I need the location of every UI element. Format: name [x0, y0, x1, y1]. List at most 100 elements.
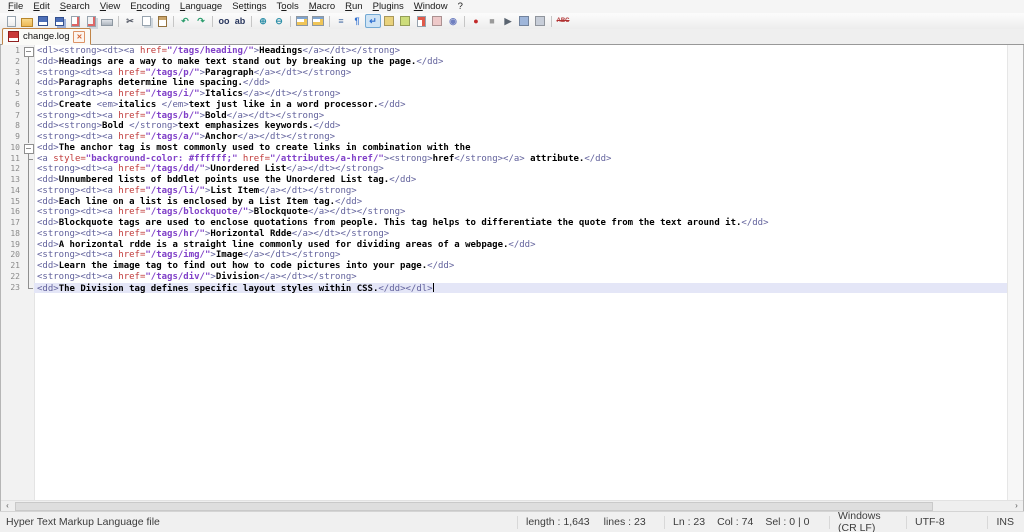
code-line[interactable]: 22<strong><dt><a href="/tags/div/">Divis…: [1, 272, 1008, 283]
cut-icon[interactable]: ✂: [122, 14, 138, 28]
status-eol-format[interactable]: Windows (CR LF): [830, 510, 906, 532]
status-insert-mode[interactable]: INS: [988, 516, 1024, 528]
code-line[interactable]: 10<dd>The anchor tag is most commonly us…: [1, 143, 1008, 154]
code-text: <strong><dt><a href="/tags/div/">Divisio…: [34, 272, 1008, 283]
macro-record-icon[interactable]: ●: [468, 14, 484, 28]
save-file-icon[interactable]: [35, 14, 51, 28]
menu-plugins[interactable]: Plugins: [368, 1, 409, 12]
menu-run[interactable]: Run: [340, 1, 367, 12]
save-all-icon[interactable]: [51, 14, 67, 28]
folder-as-workspace-icon[interactable]: [429, 14, 445, 28]
close-file-icon[interactable]: [67, 14, 83, 28]
function-list-icon[interactable]: [413, 14, 429, 28]
code-line[interactable]: 5<strong><dt><a href="/tags/i/">Italics<…: [1, 89, 1008, 100]
open-file-icon[interactable]: [19, 14, 35, 28]
line-number: 4: [1, 78, 23, 89]
line-number: 14: [1, 186, 23, 197]
macro-run-multiple-icon[interactable]: [532, 14, 548, 28]
copy-icon[interactable]: [138, 14, 154, 28]
tab-change-log[interactable]: change.log ✕: [2, 28, 91, 45]
macro-save-icon[interactable]: [516, 14, 532, 28]
paste-icon[interactable]: [154, 14, 170, 28]
status-eol-label: Windows (CR LF): [838, 510, 898, 532]
code-line[interactable]: 17<dd>Blockquote tags are used to enclos…: [1, 218, 1008, 229]
code-line[interactable]: 15<dd>Each line on a list is enclosed by…: [1, 197, 1008, 208]
code-text: <strong><dt><a href="/tags/hr/">Horizont…: [34, 229, 1008, 240]
menu-encoding[interactable]: Encoding: [125, 1, 175, 12]
code-line[interactable]: 14<strong><dt><a href="/tags/li/">List I…: [1, 186, 1008, 197]
tab-close-icon[interactable]: ✕: [73, 31, 85, 43]
menu-settings[interactable]: Settings: [227, 1, 271, 12]
code-line[interactable]: 9<strong><dt><a href="/tags/a/">Anchor</…: [1, 132, 1008, 143]
fold-collapse-icon[interactable]: [23, 46, 34, 57]
menu-tools[interactable]: Tools: [272, 1, 304, 12]
user-defined-language-icon[interactable]: [381, 14, 397, 28]
horizontal-scroll-thumb[interactable]: [15, 502, 933, 511]
code-line[interactable]: 1<dl><strong><dt><a href="/tags/heading/…: [1, 46, 1008, 57]
code-line[interactable]: 20<strong><dt><a href="/tags/img/">Image…: [1, 250, 1008, 261]
code-line[interactable]: 12<strong><dt><a href="/tags/dd/">Unorde…: [1, 164, 1008, 175]
document-map-icon[interactable]: [397, 14, 413, 28]
editor-area[interactable]: 1<dl><strong><dt><a href="/tags/heading/…: [1, 45, 1008, 500]
redo-icon[interactable]: ↷: [193, 14, 209, 28]
replace-icon[interactable]: ab: [232, 14, 248, 28]
line-number: 10: [1, 143, 23, 154]
spell-check-icon[interactable]: ABC: [555, 14, 571, 28]
macro-stop-icon[interactable]: ■: [484, 14, 500, 28]
line-number: 9: [1, 132, 23, 143]
macro-play-icon[interactable]: ▶: [500, 14, 516, 28]
code-line[interactable]: 21<dd>Learn the image tag to find out ho…: [1, 261, 1008, 272]
code-line[interactable]: 16<strong><dt><a href="/tags/blockquote/…: [1, 207, 1008, 218]
zoom-in-icon[interactable]: ⊕: [255, 14, 271, 28]
new-file-icon[interactable]: [3, 14, 19, 28]
code-line[interactable]: 2<dd>Headings are a way to make text sta…: [1, 57, 1008, 68]
show-all-characters-icon[interactable]: ≡: [333, 14, 349, 28]
menu-edit[interactable]: Edit: [28, 1, 54, 12]
scroll-left-arrow-icon[interactable]: ‹: [1, 501, 14, 511]
word-wrap-icon[interactable]: ↵: [365, 14, 381, 28]
undo-icon[interactable]: ↶: [177, 14, 193, 28]
code-line[interactable]: 18<strong><dt><a href="/tags/hr/">Horizo…: [1, 229, 1008, 240]
monitoring-icon[interactable]: ◉: [445, 14, 461, 28]
status-line-number: Ln : 23: [673, 516, 705, 528]
menu-macro[interactable]: Macro: [304, 1, 340, 12]
code-line[interactable]: 11<a style="background-color: #ffffff;" …: [1, 154, 1008, 165]
sync-vertical-scroll-icon[interactable]: [294, 14, 310, 28]
fold-marker: [23, 57, 34, 68]
code-line[interactable]: 19<dd>A horizontal rdde is a straight li…: [1, 240, 1008, 251]
code-line[interactable]: 23<dd>The Division tag defines specific …: [1, 283, 1008, 294]
tab-title: change.log: [23, 31, 69, 42]
code-line[interactable]: 6<dd>Create <em>italics </em>text just l…: [1, 100, 1008, 111]
code-line[interactable]: 13<dd>Unnumbered lists of bddlet points …: [1, 175, 1008, 186]
menu-view[interactable]: View: [95, 1, 125, 12]
code-line[interactable]: 4<dd>Paragraphs determine line spacing.<…: [1, 78, 1008, 89]
menu-file[interactable]: File: [3, 1, 28, 12]
find-icon[interactable]: oo: [216, 14, 232, 28]
show-indent-guide-icon[interactable]: ¶: [349, 14, 365, 28]
scroll-right-arrow-icon[interactable]: ›: [1010, 501, 1023, 511]
fold-marker: [23, 132, 34, 143]
close-all-icon[interactable]: [83, 14, 99, 28]
menu-help[interactable]: ?: [453, 1, 468, 12]
status-encoding[interactable]: UTF-8: [907, 516, 987, 528]
code-line[interactable]: 3<strong><dt><a href="/tags/p/">Paragrap…: [1, 68, 1008, 79]
fold-collapse-icon[interactable]: [23, 143, 34, 154]
fold-marker: [23, 218, 34, 229]
code-line[interactable]: 8<dd><strong>Bold </strong>text emphasiz…: [1, 121, 1008, 132]
status-column: Col : 74: [717, 516, 753, 528]
menu-language[interactable]: Language: [175, 1, 227, 12]
fold-marker: [23, 283, 34, 294]
line-number: 15: [1, 197, 23, 208]
zoom-out-icon[interactable]: ⊖: [271, 14, 287, 28]
line-number: 11: [1, 154, 23, 165]
menu-search[interactable]: Search: [55, 1, 95, 12]
status-doc-type: Hyper Text Markup Language file: [0, 516, 517, 528]
menu-window[interactable]: Window: [409, 1, 453, 12]
code-text: <strong><dt><a href="/tags/b/">Bold</a><…: [34, 111, 1008, 122]
sync-horizontal-scroll-icon[interactable]: [310, 14, 326, 28]
vertical-scrollbar[interactable]: [1007, 45, 1023, 500]
line-number: 20: [1, 250, 23, 261]
print-icon[interactable]: [99, 14, 115, 28]
code-line[interactable]: 7<strong><dt><a href="/tags/b/">Bold</a>…: [1, 111, 1008, 122]
fold-marker: [23, 164, 34, 175]
